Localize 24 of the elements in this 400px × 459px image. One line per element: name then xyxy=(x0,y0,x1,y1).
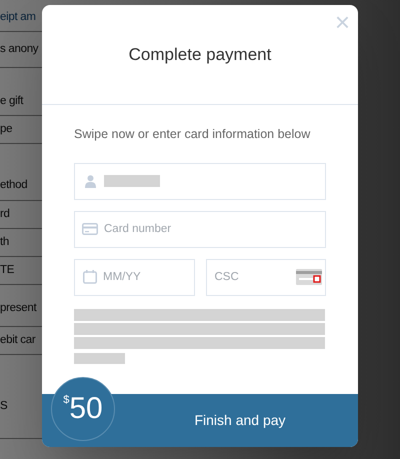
currency-symbol: $ xyxy=(63,393,70,408)
card-icon xyxy=(82,222,98,235)
finish-and-pay-button[interactable]: Finish and pay xyxy=(122,394,358,447)
page-text: pe xyxy=(0,122,12,137)
card-back-icon xyxy=(296,268,322,285)
amount-value: 50 xyxy=(69,394,103,424)
user-icon xyxy=(85,174,96,188)
page-text: e gift xyxy=(0,94,24,109)
page-text: present xyxy=(0,300,36,316)
csc-field[interactable]: CSC xyxy=(206,258,326,296)
page-text: s anony xyxy=(0,42,38,57)
page-text: ebit car xyxy=(0,332,36,348)
page-text: th xyxy=(0,234,10,250)
name-field[interactable] xyxy=(74,162,326,200)
page-text: ethod xyxy=(0,178,28,193)
expiry-field[interactable]: MM/YY xyxy=(74,258,194,296)
instruction-text: Swipe now or enter card information below xyxy=(74,126,312,143)
page-link[interactable]: eipt am xyxy=(0,8,36,26)
page-text: S xyxy=(0,398,8,414)
dialog-title: Complete payment xyxy=(128,44,272,66)
page-text: TE xyxy=(0,262,14,278)
page-text: rd xyxy=(0,206,10,222)
calendar-icon xyxy=(83,270,97,284)
card-number-field[interactable]: Card number xyxy=(74,210,326,248)
